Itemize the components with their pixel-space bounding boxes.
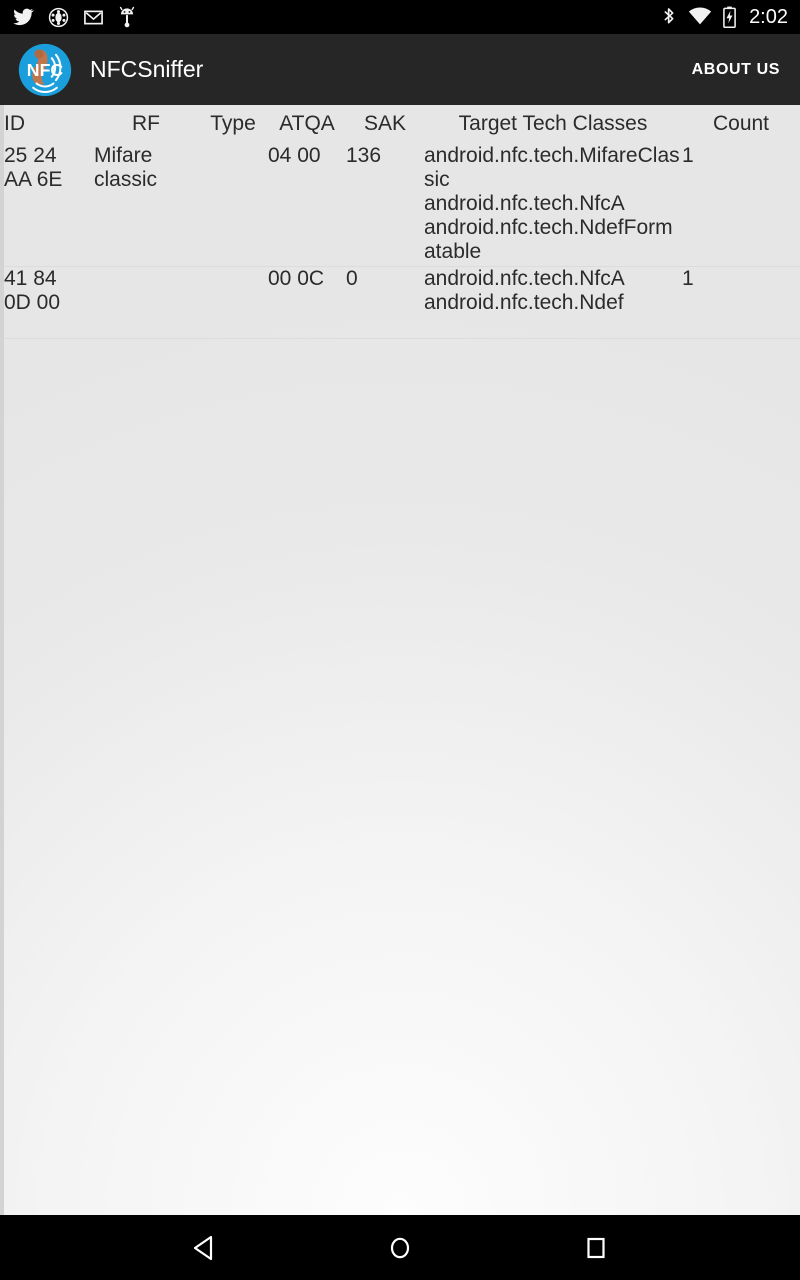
nfcsniffer-logo: NFC [18,43,72,96]
recents-square-icon [587,1237,605,1258]
scan-results-table: ID RF Type ATQA SAK Target Tech Classes … [4,105,800,339]
table-header-row: ID RF Type ATQA SAK Target Tech Classes … [4,105,800,144]
cell-sak: 136 [346,144,424,266]
recents-button[interactable] [568,1225,624,1271]
status-bar: 2:02 [0,0,800,34]
gmail-icon [83,7,104,28]
android-robot-icon [118,6,136,28]
bluetooth-icon [660,6,678,28]
wifi-icon [688,7,712,27]
column-header-type: Type [210,111,256,135]
column-header-id: ID [4,111,25,135]
phone-screen: 2:02 NFC NFCSniffer ABOUT US ID RF Type … [0,0,800,1280]
cell-line: 136 [346,144,382,167]
battery-charging-icon [722,6,737,28]
cell-line: 41 84 [4,266,57,290]
cell-line: android.nfc.tech.NdefFormatable [424,216,673,263]
cell-line: Mifare [94,144,153,167]
cell-atqa: 00 0C [268,266,346,338]
table-row[interactable]: 41 84 0D 00 00 0C 0 android.nfc.tech.NfcA… [4,266,800,338]
cell-line: 0 [346,266,358,290]
cell-id: 41 84 0D 00 [4,266,94,338]
cell-line: 0D 00 [4,290,61,314]
twitter-icon [12,6,34,28]
media-player-icon [48,7,69,28]
system-navigation-bar [0,1215,800,1280]
logo-text: NFC [27,59,64,79]
cell-count: 1 [682,144,694,167]
cell-line: classic [94,168,158,191]
cell-line: android.nfc.tech.NfcA [424,266,625,290]
app-bar: NFC NFCSniffer ABOUT US [0,34,800,105]
cell-sak: 0 [346,266,424,338]
cell-type [198,144,268,266]
cell-rf: Mifare classic [94,144,198,266]
back-button[interactable] [176,1225,232,1271]
column-header-atqa: ATQA [279,111,335,135]
table-header: ID RF Type ATQA SAK Target Tech Classes … [4,105,800,144]
about-us-button[interactable]: ABOUT US [692,61,780,79]
table-body: 25 24 AA 6E Mifare classic 04 00 136 andro… [4,144,800,338]
home-button[interactable] [372,1225,428,1271]
cell-line: 00 0C [268,266,325,290]
cell-rf [94,266,198,338]
table-row[interactable]: 25 24 AA 6E Mifare classic 04 00 136 andro… [4,144,800,266]
cell-count: 1 [682,266,694,290]
column-header-target-tech-classes: Target Tech Classes [458,111,648,135]
cell-id: 25 24 AA 6E [4,144,94,266]
cell-line: android.nfc.tech.Ndef [424,290,624,314]
cell-line: android.nfc.tech.NfcA [424,192,625,215]
column-header-rf: RF [132,111,160,135]
home-circle-icon [390,1237,410,1258]
app-title: NFCSniffer [90,56,204,82]
cell-type [198,266,268,338]
cell-line: 25 24 [4,144,57,167]
status-system-icons: 2:02 [660,6,788,29]
cell-target-tech-classes: android.nfc.tech.MifareClassic android.nf… [424,144,682,266]
cell-line: AA 6E [4,168,63,191]
status-clock: 2:02 [749,5,788,28]
cell-atqa: 04 00 [268,144,346,266]
back-triangle-icon [193,1235,213,1260]
status-notification-icons [12,6,136,28]
cell-line: android.nfc.tech.MifareClassic [424,144,680,191]
cell-line: 04 00 [268,144,321,167]
column-header-count: Count [712,111,770,135]
scan-results-panel: ID RF Type ATQA SAK Target Tech Classes … [0,105,800,1215]
cell-target-tech-classes: android.nfc.tech.NfcA android.nfc.tech.Nd… [424,266,682,338]
column-header-sak: SAK [363,111,407,135]
